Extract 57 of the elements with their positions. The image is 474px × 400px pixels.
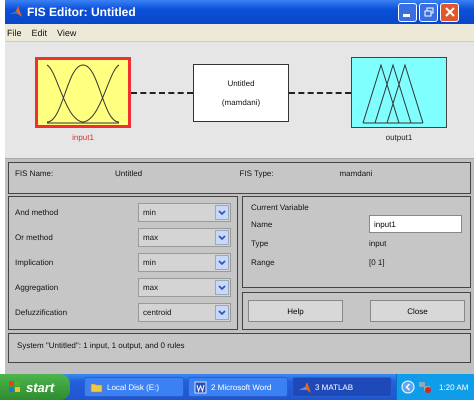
close-button[interactable] (440, 2, 459, 22)
method-label: Implication (15, 258, 54, 267)
push-button[interactable]: Help (248, 300, 343, 322)
input-variable-box[interactable] (35, 57, 131, 128)
system-box[interactable]: Untitled (mamdani) (193, 64, 289, 122)
menu-item[interactable]: Edit (32, 28, 48, 38)
matlab-logo-icon (9, 5, 23, 19)
method-dropdown[interactable]: max (138, 228, 231, 247)
folder-icon (90, 380, 103, 394)
variable-label: input1 (72, 133, 94, 143)
field-label: FIS Type: (240, 169, 275, 180)
field-value: mamdani (340, 169, 372, 180)
method-label: Or method (15, 233, 53, 242)
restore-icon (424, 7, 434, 17)
field-label: Type (251, 238, 270, 248)
field-value: [0 1] (369, 258, 385, 266)
restore-button[interactable] (419, 2, 438, 22)
panel-heading: Current Variable (251, 203, 310, 212)
output-variable-box[interactable] (351, 57, 447, 128)
taskbar-button[interactable]: Local Disk (E:) (84, 377, 184, 397)
method-label: And method (15, 208, 58, 217)
field-value: Untitled (115, 169, 142, 180)
window-title: FIS Editor: Untitled (27, 5, 137, 19)
method-label: Aggregation (15, 283, 58, 292)
menu-item[interactable]: File (7, 28, 22, 38)
variable-label: output1 (386, 133, 412, 143)
minimize-icon (403, 14, 410, 16)
system-type: (mamdani) (222, 98, 260, 106)
windows-flag-icon (8, 380, 22, 394)
taskbar-button[interactable]: 2 Microsoft Word (188, 377, 288, 397)
field-label: Name (251, 220, 274, 228)
system-name: Untitled (227, 78, 255, 88)
taskbar-button[interactable]: 3 MATLAB (292, 377, 392, 397)
push-button[interactable]: Close (370, 300, 465, 322)
matlab-logo-icon (298, 380, 311, 394)
network-icon (418, 380, 432, 394)
document-icon (194, 380, 207, 394)
chevron-down-icon (218, 284, 226, 290)
close-icon (444, 7, 454, 17)
chevron-down-icon (218, 210, 226, 216)
chevron-icon (401, 380, 415, 394)
field-value: input (369, 238, 386, 248)
clock: 1:20 AM (439, 382, 468, 392)
method-label: Defuzzification (15, 308, 68, 317)
method-dropdown[interactable]: min (138, 203, 231, 222)
chevron-down-icon (218, 310, 226, 316)
field-label: FIS Name: (15, 169, 54, 180)
chevron-down-icon (218, 234, 226, 240)
method-dropdown[interactable]: centroid (138, 303, 231, 322)
method-dropdown[interactable]: max (138, 278, 231, 297)
field-label: Range (251, 258, 276, 266)
name-input[interactable]: input1 (369, 215, 462, 233)
chevron-down-icon (218, 260, 226, 266)
menu-item[interactable]: View (57, 28, 76, 38)
minimize-button[interactable] (398, 2, 417, 22)
method-dropdown[interactable]: min (138, 253, 231, 272)
status-text: System "Untitled": 1 input, 1 output, and 0 rules (17, 341, 185, 350)
